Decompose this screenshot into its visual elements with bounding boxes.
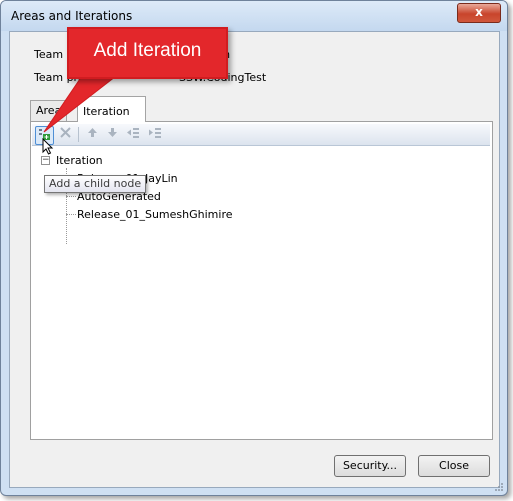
outdent-icon xyxy=(127,128,139,138)
mouse-cursor xyxy=(42,138,54,155)
tab-area[interactable]: Area xyxy=(30,100,68,121)
tree-node-root[interactable]: Iteration xyxy=(56,154,103,167)
collapse-toggle[interactable]: − xyxy=(41,156,50,165)
tree-connector xyxy=(66,214,76,215)
delete-icon xyxy=(60,127,71,138)
minus-icon: − xyxy=(42,155,50,165)
callout-box: Add Iteration xyxy=(67,27,228,79)
close-button[interactable]: Close xyxy=(418,455,490,477)
callout-label: Add Iteration xyxy=(93,40,202,61)
move-up-button[interactable] xyxy=(84,126,101,143)
tree-connector xyxy=(66,196,76,197)
tab-iteration-label: Iteration xyxy=(83,105,130,118)
indent-button[interactable] xyxy=(147,126,164,143)
tree-node[interactable]: Release_01_SumeshGhimire xyxy=(77,208,233,221)
close-icon: x xyxy=(475,5,483,19)
tooltip: Add a child node xyxy=(44,175,147,193)
move-down-button[interactable] xyxy=(104,126,121,143)
security-button[interactable]: Security... xyxy=(334,455,406,477)
outdent-button[interactable] xyxy=(125,126,142,143)
arrow-up-icon xyxy=(88,128,97,137)
resize-grip-icon xyxy=(495,483,503,491)
arrow-down-icon xyxy=(108,128,117,137)
tab-area-label: Area xyxy=(36,104,62,117)
iteration-panel: − Iteration Release_01_JayLin AutoGenera… xyxy=(30,121,493,440)
toolbar-separator xyxy=(78,127,79,142)
dialog-body: Team Fo icorn Team project: SSW.CodingTe… xyxy=(9,31,500,488)
tab-iteration[interactable]: Iteration xyxy=(77,96,146,122)
delete-node-button[interactable] xyxy=(57,126,74,143)
tree-toolbar xyxy=(32,124,490,146)
window-close-button[interactable]: x xyxy=(457,3,501,23)
resize-grip[interactable] xyxy=(494,482,504,492)
indent-icon xyxy=(149,128,161,138)
window-title: Areas and Iterations xyxy=(11,9,133,23)
